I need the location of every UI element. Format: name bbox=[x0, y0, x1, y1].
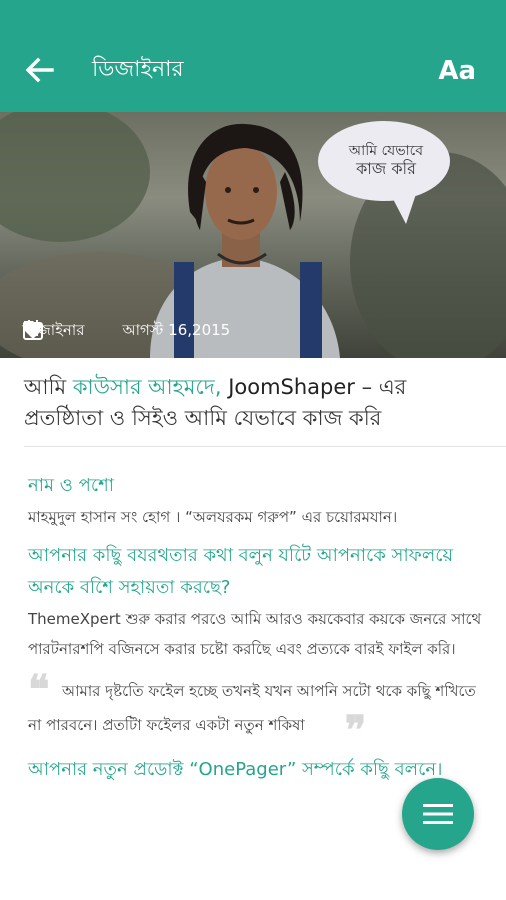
arrow-back-icon bbox=[25, 57, 54, 83]
back-button[interactable] bbox=[22, 52, 58, 88]
post-meta: ডিজাইনার আগস্ট 16,2015 bbox=[22, 319, 230, 344]
open-quote-icon: ❝ bbox=[28, 666, 50, 713]
menu-fab[interactable] bbox=[402, 778, 474, 850]
question-2: আপনার কছিু বযরথতার কথা বলুন যটেি আপনাকে … bbox=[28, 545, 454, 598]
close-quote-icon: ❞ bbox=[344, 707, 367, 754]
hero-image: আমি যেভাবে কাজ করি ডিজাইনার আগস্ট 16,201… bbox=[0, 112, 506, 358]
question-3: আপনার নতুন প্রডোক্ট “OnePager” সম্পর্কে … bbox=[28, 759, 443, 780]
article-body: নাম ও পশো মাহমুদুল হাসান সং হোগ । “অলযরক… bbox=[28, 470, 488, 786]
headline-brand: JoomShaper bbox=[221, 375, 355, 399]
divider bbox=[24, 446, 506, 447]
blockquote: ❝ আমার দৃষ্টতিে ফইেল হচ্ছে তখনই যখন আপনি… bbox=[28, 670, 488, 754]
calendar-icon bbox=[23, 320, 43, 340]
page-title: ডিজাইনার bbox=[92, 57, 184, 82]
question-1: নাম ও পশো bbox=[28, 475, 114, 496]
answer-1: মাহমুদুল হাসান সং হোগ । “অলযরকম গরুপ” এর… bbox=[28, 508, 398, 526]
answer-2: ThemeXpert শুরু করার পরওে আমি আরও কয়কেব… bbox=[28, 610, 482, 658]
speech-bubble-line2: কাজ করি bbox=[356, 159, 416, 178]
speech-bubble-line1: আমি যেভাবে bbox=[348, 143, 424, 159]
quote-text: আমার দৃষ্টতিে ফইেল হচ্ছে তখনই যখন আপনি স… bbox=[28, 682, 476, 734]
post-date: আগস্ট 16,2015 bbox=[122, 321, 231, 339]
headline-author-link[interactable]: কাউসার আহমদে, bbox=[73, 375, 222, 399]
speech-bubble: আমি যেভাবে কাজ করি bbox=[326, 142, 446, 178]
app-bar: ডিজাইনার Aa bbox=[0, 0, 506, 112]
text-size-button[interactable]: Aa bbox=[438, 54, 476, 88]
text-size-icon: Aa bbox=[438, 56, 476, 86]
article-headline: আমি কাউসার আহমদে, JoomShaper – এর প্রতষ্… bbox=[24, 372, 484, 434]
headline-prefix: আমি bbox=[24, 375, 73, 399]
menu-icon bbox=[423, 804, 453, 824]
